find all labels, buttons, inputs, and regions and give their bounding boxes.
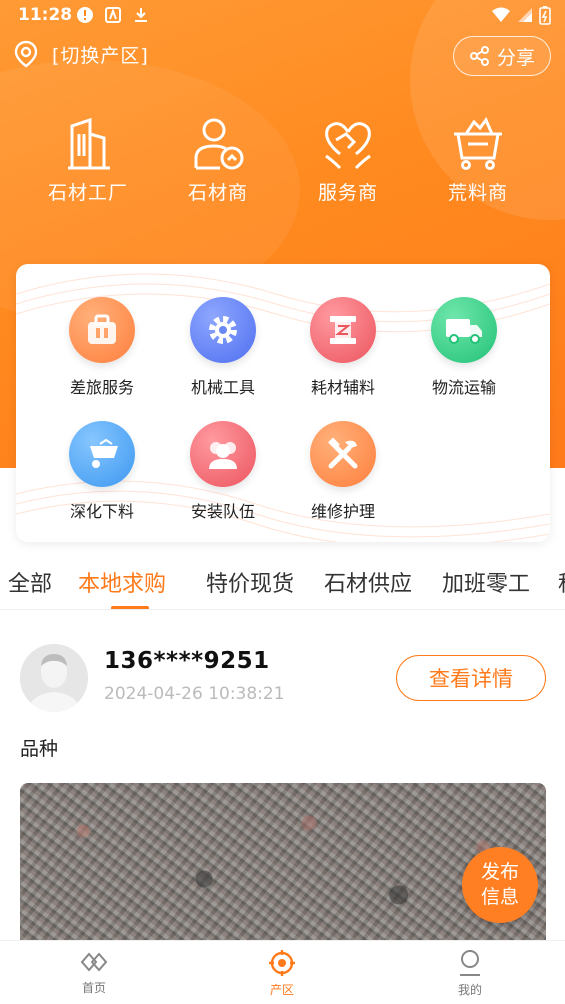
wifi-icon — [492, 7, 510, 22]
truck-icon — [431, 297, 497, 363]
wrench-hammer-icon — [310, 421, 376, 487]
service-travel[interactable]: 差旅服务 — [42, 297, 162, 398]
service-label: 耗材辅料 — [310, 378, 375, 397]
battery-icon — [539, 6, 551, 25]
publish-label-line2: 信息 — [480, 886, 519, 908]
service-label: 维修护理 — [310, 502, 375, 521]
service-label: 物流运输 — [431, 378, 496, 397]
service-machinery[interactable]: 机械工具 — [163, 297, 283, 398]
status-time: 11:28 — [18, 5, 73, 25]
home-icon — [80, 952, 108, 972]
service-deep-processing[interactable]: 深化下料 — [42, 421, 162, 522]
service-repair-care[interactable]: 维修护理 — [283, 421, 403, 522]
cart-icon — [454, 117, 502, 170]
merchant-icon — [194, 118, 244, 170]
bottom-navigation: 首页 产区 我的 — [0, 940, 565, 1004]
spool-icon — [310, 297, 376, 363]
category-stone-merchant[interactable]: 石材商 — [153, 116, 283, 205]
service-label: 机械工具 — [190, 378, 255, 397]
nav-home[interactable]: 首页 — [54, 949, 134, 996]
tab-active-indicator — [111, 606, 149, 609]
tab-overtime-jobs[interactable]: 加班零工 — [442, 566, 530, 598]
building-icon — [68, 117, 110, 170]
download-icon — [135, 8, 147, 22]
share-button[interactable]: 分享 — [453, 36, 551, 76]
tab-stone-supply[interactable]: 石材供应 — [324, 566, 412, 598]
nav-label: 产区 — [269, 983, 294, 997]
tab-special-stock[interactable]: 特价现货 — [206, 566, 294, 598]
nav-label: 我的 — [457, 983, 482, 997]
category-label: 荒料商 — [447, 182, 508, 204]
wheelbarrow-icon — [69, 421, 135, 487]
service-install-team[interactable]: 安装队伍 — [163, 421, 283, 522]
tab-all[interactable]: 全部 — [8, 566, 52, 598]
share-label: 分享 — [496, 46, 535, 69]
signal-icon — [518, 8, 532, 22]
nav-mine[interactable]: 我的 — [430, 949, 510, 998]
tab-more[interactable]: 科 — [558, 566, 565, 598]
avatar — [20, 644, 88, 712]
stone-sample-image[interactable] — [20, 783, 546, 943]
category-stone-factory[interactable]: 石材工厂 — [23, 116, 153, 205]
variety-label: 品种 — [20, 738, 59, 760]
category-label: 石材商 — [187, 182, 248, 204]
service-label: 差旅服务 — [69, 378, 134, 397]
category-raw-block-merchant[interactable]: 荒料商 — [413, 116, 543, 205]
service-grid-card: 差旅服务 机械工具 耗材辅料 物流运输 深化下料 安装队伍 维修护理 — [16, 264, 550, 542]
service-consumables[interactable]: 耗材辅料 — [283, 297, 403, 398]
category-service-provider[interactable]: 服务商 — [283, 116, 413, 205]
handshake-heart-icon — [325, 122, 371, 170]
team-icon — [190, 421, 256, 487]
location-pin-icon — [14, 40, 38, 68]
user-icon — [460, 950, 480, 976]
status-bar: 11:28 — [0, 0, 565, 32]
category-tabs: 全部 本地求购 特价现货 石材供应 加班零工 科 — [0, 556, 565, 610]
share-icon — [469, 46, 489, 66]
nav-label: 首页 — [81, 981, 106, 995]
app-notification-icon — [105, 7, 121, 23]
gear-icon — [190, 297, 256, 363]
alert-icon — [77, 7, 93, 23]
suitcase-icon — [69, 297, 135, 363]
poster-phone: 136****9251 — [104, 648, 270, 674]
service-logistics[interactable]: 物流运输 — [404, 297, 524, 398]
tab-local-purchase[interactable]: 本地求购 — [78, 566, 166, 598]
nav-region[interactable]: 产区 — [242, 949, 322, 998]
status-indicators — [491, 5, 551, 25]
region-switch-label: [切换产区] — [52, 44, 149, 67]
publish-info-button[interactable]: 发布 信息 — [462, 847, 538, 923]
region-switcher[interactable]: [切换产区] — [14, 40, 149, 68]
view-details-button[interactable]: 查看详情 — [396, 655, 546, 701]
service-label: 安装队伍 — [190, 502, 255, 521]
category-label: 石材工厂 — [47, 182, 128, 204]
publish-label-line1: 发布 — [480, 861, 519, 883]
target-icon — [269, 950, 295, 976]
post-timestamp: 2024-04-26 10:38:21 — [104, 684, 285, 704]
service-label: 深化下料 — [69, 502, 134, 521]
category-label: 服务商 — [317, 182, 378, 204]
